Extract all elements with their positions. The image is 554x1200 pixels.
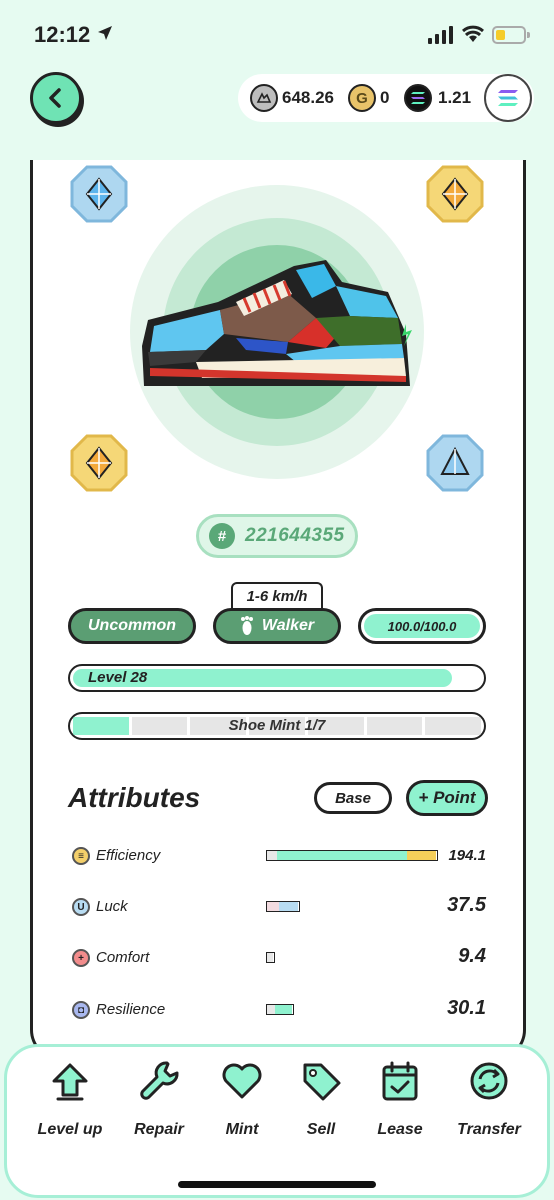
price-tag-icon	[303, 1063, 341, 1101]
attribute-meter	[266, 850, 438, 861]
repair-button[interactable]: Repair	[119, 1059, 199, 1159]
durability-value: 100.0/100.0	[364, 614, 480, 638]
sol-balance: 1.21	[438, 88, 472, 107]
add-point-button[interactable]: + Point	[406, 780, 488, 816]
lease-button[interactable]: Lease	[360, 1059, 440, 1159]
level-up-label: Level up	[37, 1121, 103, 1138]
repair-label: Repair	[134, 1121, 184, 1138]
comfort-icon: +	[72, 949, 90, 967]
transfer-label: Transfer	[457, 1121, 521, 1138]
cellular-signal-icon	[428, 26, 453, 44]
gmt-token-icon: G	[348, 84, 376, 112]
rarity-badge: Uncommon	[68, 608, 196, 644]
attributes-heading: Attributes	[68, 782, 201, 813]
home-indicator	[178, 1181, 376, 1188]
heart-icon	[222, 1063, 262, 1099]
gst-balance: 648.26	[282, 88, 334, 107]
location-arrow-icon	[98, 26, 112, 40]
back-button[interactable]	[30, 72, 82, 124]
gmt-balance: 0	[380, 88, 390, 107]
attribute-value: 30.1	[447, 997, 486, 1019]
attribute-row-luck: U Luck 37.5	[68, 893, 488, 921]
level-label: Level 28	[88, 669, 148, 686]
chevron-left-icon	[49, 88, 61, 108]
hash-icon: #	[209, 523, 235, 549]
luck-icon: U	[72, 898, 90, 916]
attribute-value: 9.4	[458, 945, 486, 967]
gem-socket-blue-triangle-icon[interactable]	[426, 434, 484, 492]
gem-socket-blue-diamond-icon[interactable]	[70, 165, 128, 223]
solana-wallet-button[interactable]	[484, 74, 532, 122]
shoe-mint-bar: Shoe Mint 1/7	[68, 712, 486, 740]
attribute-meter	[266, 952, 275, 963]
shoe-mint-label: Shoe Mint 1/7	[228, 717, 326, 734]
attribute-value: 37.5	[447, 894, 486, 916]
arrow-up-icon	[52, 1063, 88, 1101]
solana-icon	[498, 90, 518, 106]
resilience-icon: ◘	[72, 1001, 90, 1019]
transfer-arrows-icon	[470, 1062, 508, 1100]
gem-socket-yellow-diamond-icon[interactable]	[426, 165, 484, 223]
gem-socket-yellow-diamond-icon[interactable]	[70, 434, 128, 492]
wrench-icon	[140, 1061, 179, 1100]
efficiency-icon: ≡	[72, 847, 90, 865]
transfer-button[interactable]: Transfer	[449, 1059, 529, 1159]
attribute-name: Resilience	[96, 1001, 166, 1018]
shoe-type-badge: Walker	[213, 608, 341, 644]
shoe-id-number: 221644355	[245, 525, 345, 546]
attribute-name: Comfort	[96, 949, 150, 966]
action-toolbar: Level up Repair Mint Sell Lease Transfer	[4, 1044, 550, 1198]
wallet-balances: 648.26 G 0 1.21	[238, 74, 534, 122]
speed-range-label: 1-6 km/h	[231, 582, 323, 610]
sell-button[interactable]: Sell	[281, 1059, 361, 1159]
attribute-row-comfort: + Comfort 9.4	[68, 944, 488, 972]
level-up-button[interactable]: Level up	[30, 1059, 110, 1159]
attribute-meter	[266, 1004, 294, 1015]
sell-label: Sell	[306, 1121, 336, 1138]
footprint-icon	[240, 616, 253, 635]
level-progress-bar: Level 28	[68, 664, 486, 692]
lease-label: Lease	[377, 1121, 423, 1138]
attribute-meter	[266, 901, 300, 912]
status-time: 12:12	[34, 22, 91, 47]
wifi-icon	[462, 25, 484, 42]
mint-button[interactable]: Mint	[202, 1059, 282, 1159]
gst-token-icon	[250, 84, 278, 112]
battery-icon	[492, 26, 530, 44]
sol-token-icon	[404, 84, 432, 112]
calendar-check-icon	[382, 1061, 418, 1101]
status-bar: 12:12	[0, 0, 554, 70]
base-button[interactable]: Base	[314, 782, 392, 814]
mint-label: Mint	[225, 1121, 259, 1138]
shoe-id-badge[interactable]: # 221644355	[196, 514, 358, 558]
attribute-name: Efficiency	[96, 847, 161, 864]
sneaker-image	[142, 260, 412, 386]
shoe-type-label: Walker	[261, 617, 315, 634]
attribute-name: Luck	[96, 898, 128, 915]
attribute-row-efficiency: ≡ Efficiency 194.1	[68, 842, 488, 870]
attribute-row-resilience: ◘ Resilience 30.1	[68, 996, 488, 1024]
attribute-value: 194.1	[448, 847, 486, 864]
durability-bar: 100.0/100.0	[358, 608, 486, 644]
